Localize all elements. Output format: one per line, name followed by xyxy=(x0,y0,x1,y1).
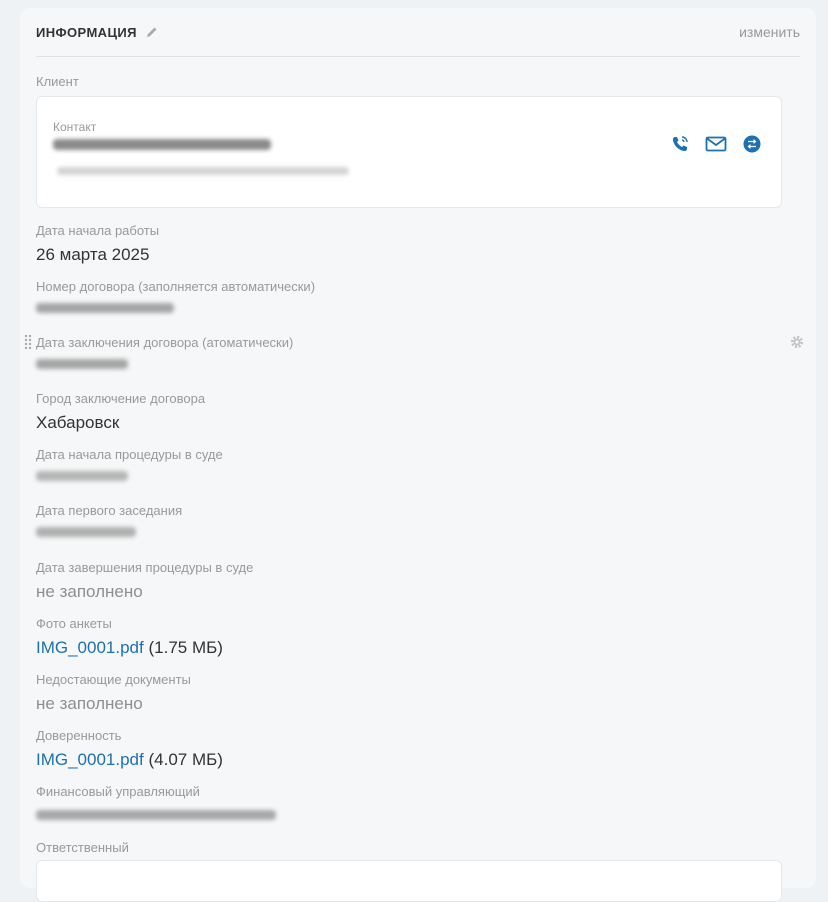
responsible-card[interactable] xyxy=(36,860,782,902)
contact-label: Контакт xyxy=(53,120,97,134)
contract-date-redacted xyxy=(36,359,128,369)
contract-city-value: Хабаровск xyxy=(36,413,120,432)
court-start-redacted xyxy=(36,471,128,481)
power-of-attorney-file-link[interactable]: IMG_0001.pdf xyxy=(36,750,144,769)
contact-detail-redacted xyxy=(57,167,349,175)
contract-number-label: Номер договора (заполняется автоматическ… xyxy=(36,279,316,294)
first-hearing-label: Дата первого заседания xyxy=(36,503,183,518)
pencil-icon[interactable] xyxy=(146,26,158,38)
info-card: ИНФОРМАЦИЯ изменить Клиент Контакт Дата … xyxy=(20,8,816,902)
drag-handle-icon[interactable] xyxy=(24,334,32,350)
photo-attachment: IMG_0001.pdf (1.75 МБ) xyxy=(36,638,223,658)
contract-date-label: Дата заключения договора (атоматически) xyxy=(36,335,294,350)
photo-label: Фото анкеты xyxy=(36,616,112,631)
power-of-attorney-file-size: (4.07 МБ) xyxy=(148,750,223,769)
court-start-label: Дата начала процедуры в суде xyxy=(36,447,223,462)
client-label: Клиент xyxy=(36,74,79,89)
contact-actions xyxy=(669,133,763,155)
contract-city-label: Город заключение договора xyxy=(36,391,206,406)
contact-name-redacted[interactable] xyxy=(53,139,271,150)
chat-icon[interactable] xyxy=(741,133,763,155)
court-end-value: не заполнено xyxy=(36,582,143,601)
client-contact-card[interactable]: Контакт xyxy=(36,96,782,208)
photo-file-link[interactable]: IMG_0001.pdf xyxy=(36,638,144,657)
power-of-attorney-attachment: IMG_0001.pdf (4.07 МБ) xyxy=(36,750,223,770)
missing-docs-value: не заполнено xyxy=(36,694,143,713)
first-hearing-redacted xyxy=(36,527,136,537)
start-date-label: Дата начала работы xyxy=(36,223,160,238)
phone-icon[interactable] xyxy=(669,133,691,155)
start-date-value: 26 марта 2025 xyxy=(36,245,150,264)
power-of-attorney-label: Доверенность xyxy=(36,728,122,743)
edit-link[interactable]: изменить xyxy=(739,24,800,40)
mail-icon[interactable] xyxy=(705,133,727,155)
contract-number-redacted xyxy=(36,303,174,313)
section-title-text: ИНФОРМАЦИЯ xyxy=(36,24,137,40)
financial-manager-label: Финансовый управляющий xyxy=(36,784,200,799)
card-header: ИНФОРМАЦИЯ изменить xyxy=(36,8,800,57)
gear-icon[interactable] xyxy=(790,335,804,349)
photo-file-size: (1.75 МБ) xyxy=(148,638,223,657)
court-end-label: Дата завершения процедуры в суде xyxy=(36,560,254,575)
responsible-label: Ответственный xyxy=(36,840,129,855)
section-title: ИНФОРМАЦИЯ xyxy=(36,25,158,40)
financial-manager-redacted[interactable] xyxy=(36,810,276,820)
missing-docs-label: Недостающие документы xyxy=(36,672,191,687)
